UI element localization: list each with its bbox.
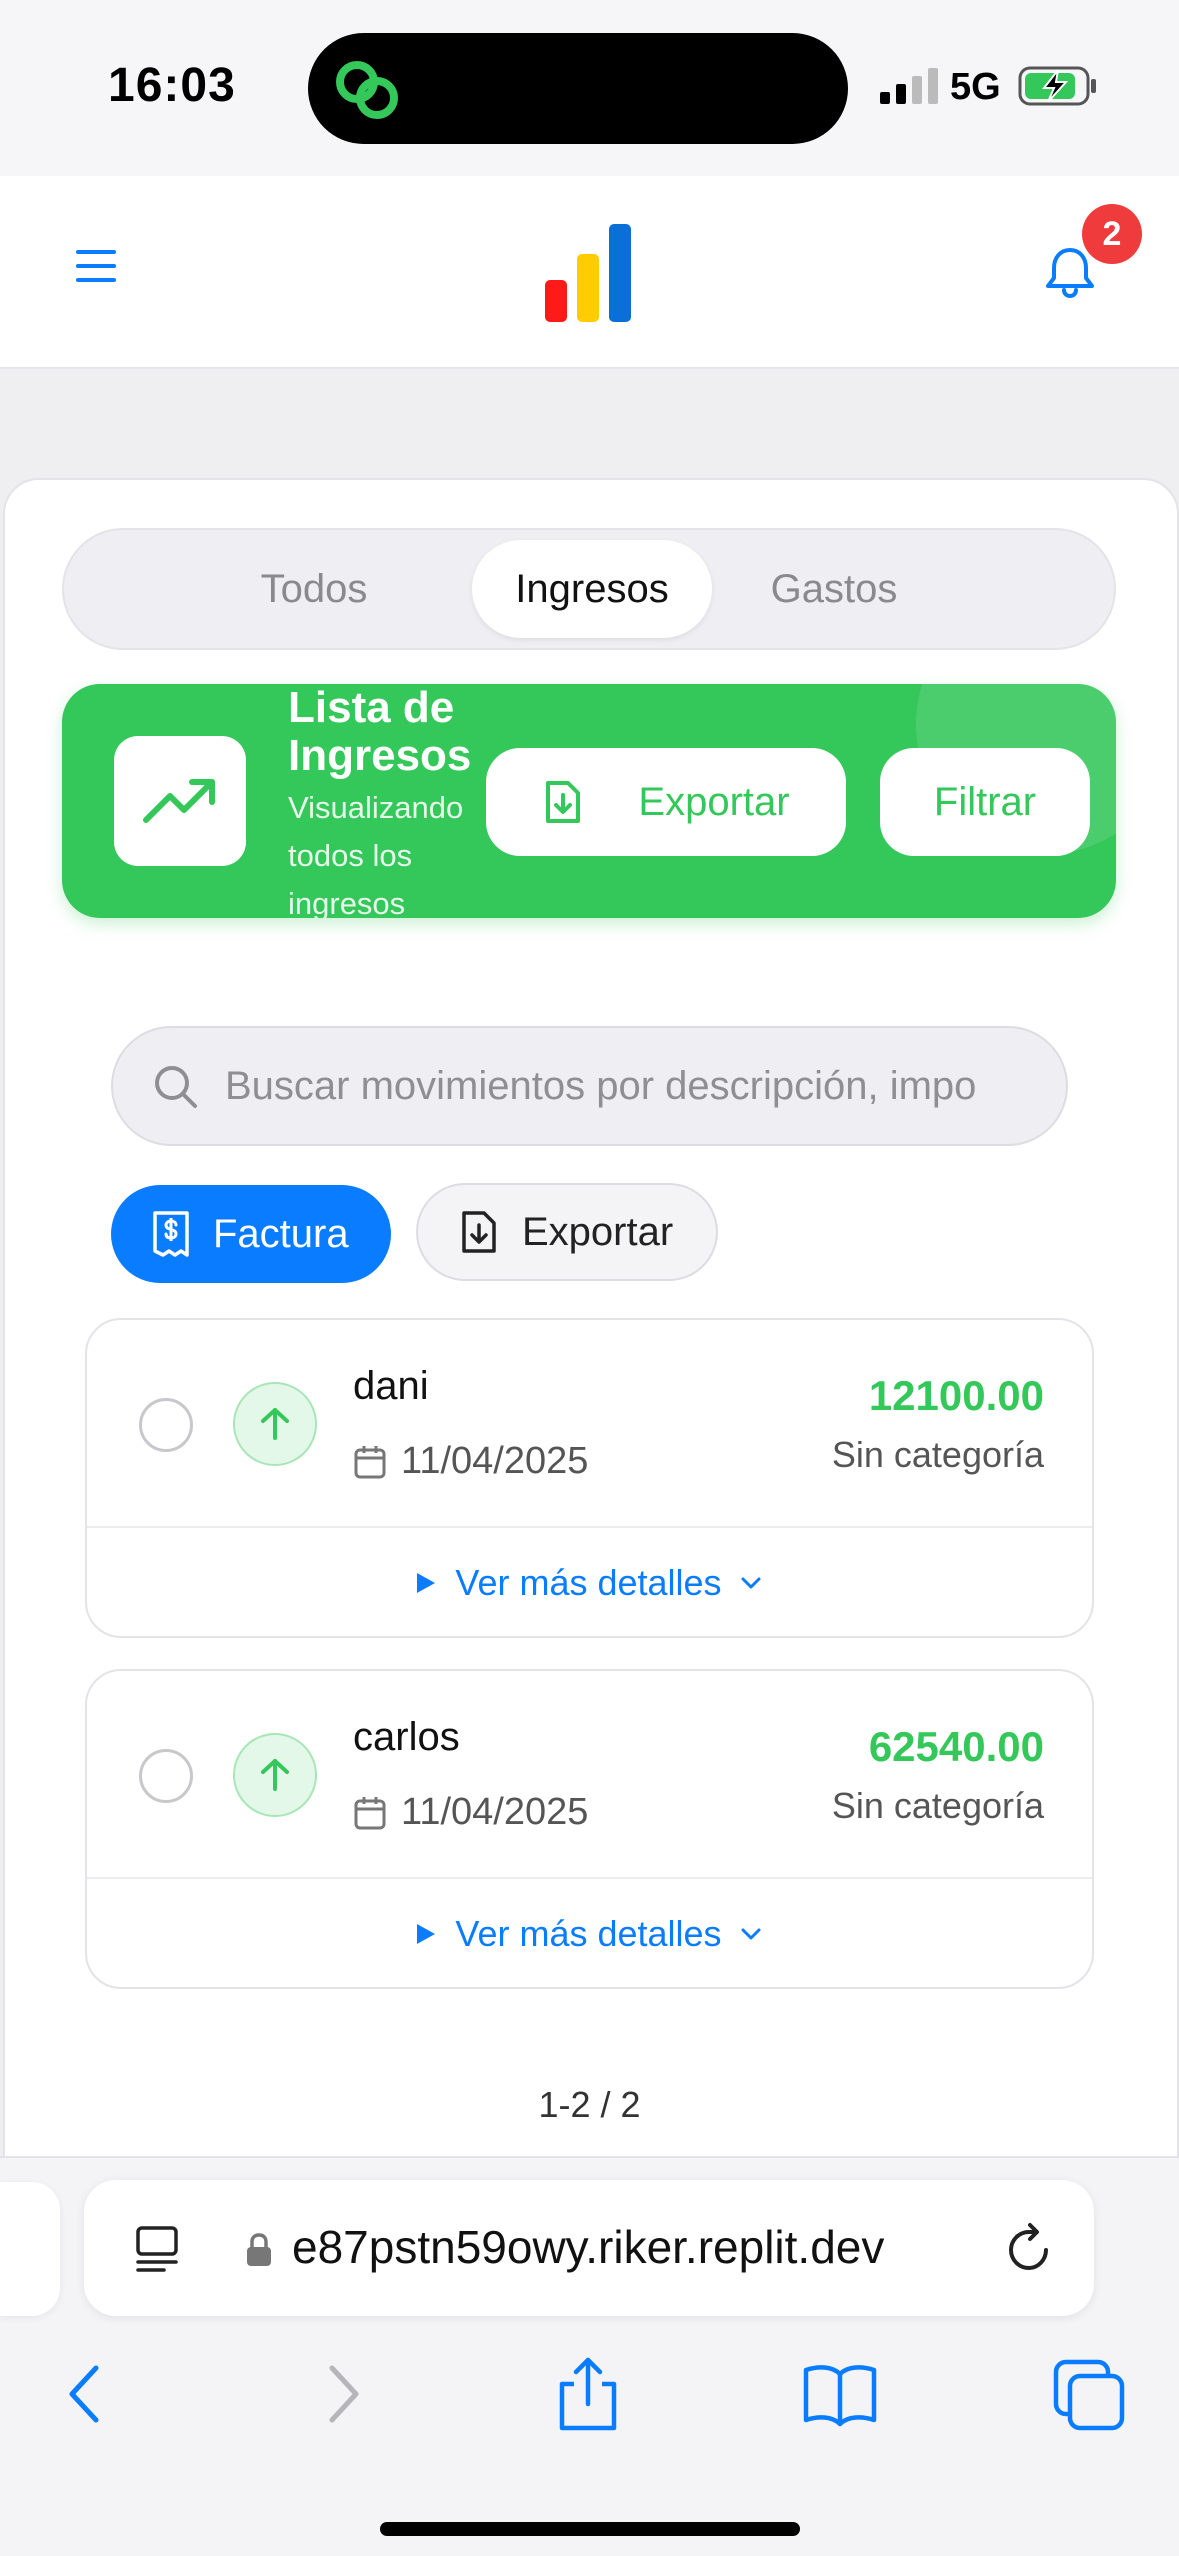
transaction-name: carlos [353,1715,460,1759]
app-logo[interactable] [545,224,635,322]
filter-button[interactable]: Filtrar [880,748,1090,856]
details-label: Ver más detalles [455,1913,722,1954]
home-indicator [380,2522,800,2536]
tab-gastos[interactable]: Gastos [734,540,934,638]
signal-icon [880,68,938,104]
transaction-date: 11/04/2025 [401,1440,589,1482]
app-header: 2 [0,176,1179,369]
address-bar[interactable]: e87pstn59owy.riker.replit.dev [84,2180,1094,2316]
arrow-up-icon [233,1382,317,1466]
income-banner: Lista de Ingresos Visualizando todos los… [62,684,1116,918]
file-download-icon [546,781,581,823]
url-text[interactable]: e87pstn59owy.riker.replit.dev [292,2220,1052,2274]
bookmarks-icon[interactable] [800,2354,880,2434]
transaction-category: Sin categoría [831,1434,1044,1475]
status-time: 16:03 [108,59,236,112]
network-type: 5G [950,66,1001,108]
browser-toolbar: e87pstn59owy.riker.replit.dev [0,2156,1179,2556]
banner-subtitle: Visualizando todos los ingresos [288,790,464,918]
link-app-icon [336,61,398,119]
details-label: Ver más detalles [455,1562,722,1603]
file-download-icon [462,1211,496,1253]
trending-up-icon [114,736,246,866]
search-icon [155,1066,197,1108]
tab-ingresos[interactable]: Ingresos [472,540,712,638]
play-triangle-icon [417,1573,436,1593]
calendar-icon [354,1446,386,1479]
back-icon[interactable] [48,2354,128,2434]
receipt-dollar-icon [153,1211,189,1257]
previous-tab-peek[interactable] [0,2182,60,2316]
select-checkbox[interactable] [139,1749,193,1803]
share-icon[interactable] [548,2354,628,2434]
forward-icon[interactable] [300,2354,380,2434]
arrow-up-icon [233,1733,317,1817]
lock-icon [247,2233,271,2266]
dynamic-island [308,33,848,144]
transaction-date: 11/04/2025 [401,1791,589,1833]
export-list-label: Exportar [522,1209,674,1254]
details-toggle[interactable]: Ver más detalles [87,1879,1092,1989]
notification-badge[interactable]: 2 [1082,204,1142,264]
chevron-down-icon [741,1577,761,1589]
battery-charging-icon [1018,66,1096,106]
chevron-down-icon [741,1928,761,1940]
factura-label: Factura [213,1211,349,1256]
search-bar[interactable]: Buscar movimientos por descripción, impo [111,1026,1068,1146]
tabs-icon[interactable] [1050,2354,1130,2434]
export-list-button[interactable]: Exportar [416,1183,718,1281]
pagination: 1-2 / 2 [538,2084,641,2125]
tab-todos[interactable]: Todos [224,540,404,638]
export-button[interactable]: Exportar [486,748,846,856]
search-input[interactable]: Buscar movimientos por descripción, impo [225,1064,976,1109]
transaction-name: dani [353,1364,429,1408]
transaction-amount: 12100.00 [868,1372,1044,1419]
transaction-amount: 62540.00 [868,1723,1044,1770]
hamburger-menu-icon[interactable] [74,246,118,286]
reload-icon[interactable] [1002,2222,1056,2276]
list-item: carlos 11/04/2025 62540.00 Sin categoría… [85,1669,1094,1989]
play-triangle-icon [417,1924,436,1944]
transaction-category: Sin categoría [831,1785,1044,1826]
list-item: dani 11/04/2025 12100.00 Sin categoría V… [85,1318,1094,1638]
details-toggle[interactable]: Ver más detalles [87,1528,1092,1638]
select-checkbox[interactable] [139,1398,193,1452]
export-button-label: Exportar [638,779,790,824]
calendar-icon [354,1797,386,1830]
status-bar: 16:03 5G [0,0,1179,176]
type-tabs: Todos Ingresos Gastos [62,528,1116,650]
reader-mode-icon[interactable] [134,2224,182,2274]
factura-button[interactable]: Factura [111,1185,391,1283]
